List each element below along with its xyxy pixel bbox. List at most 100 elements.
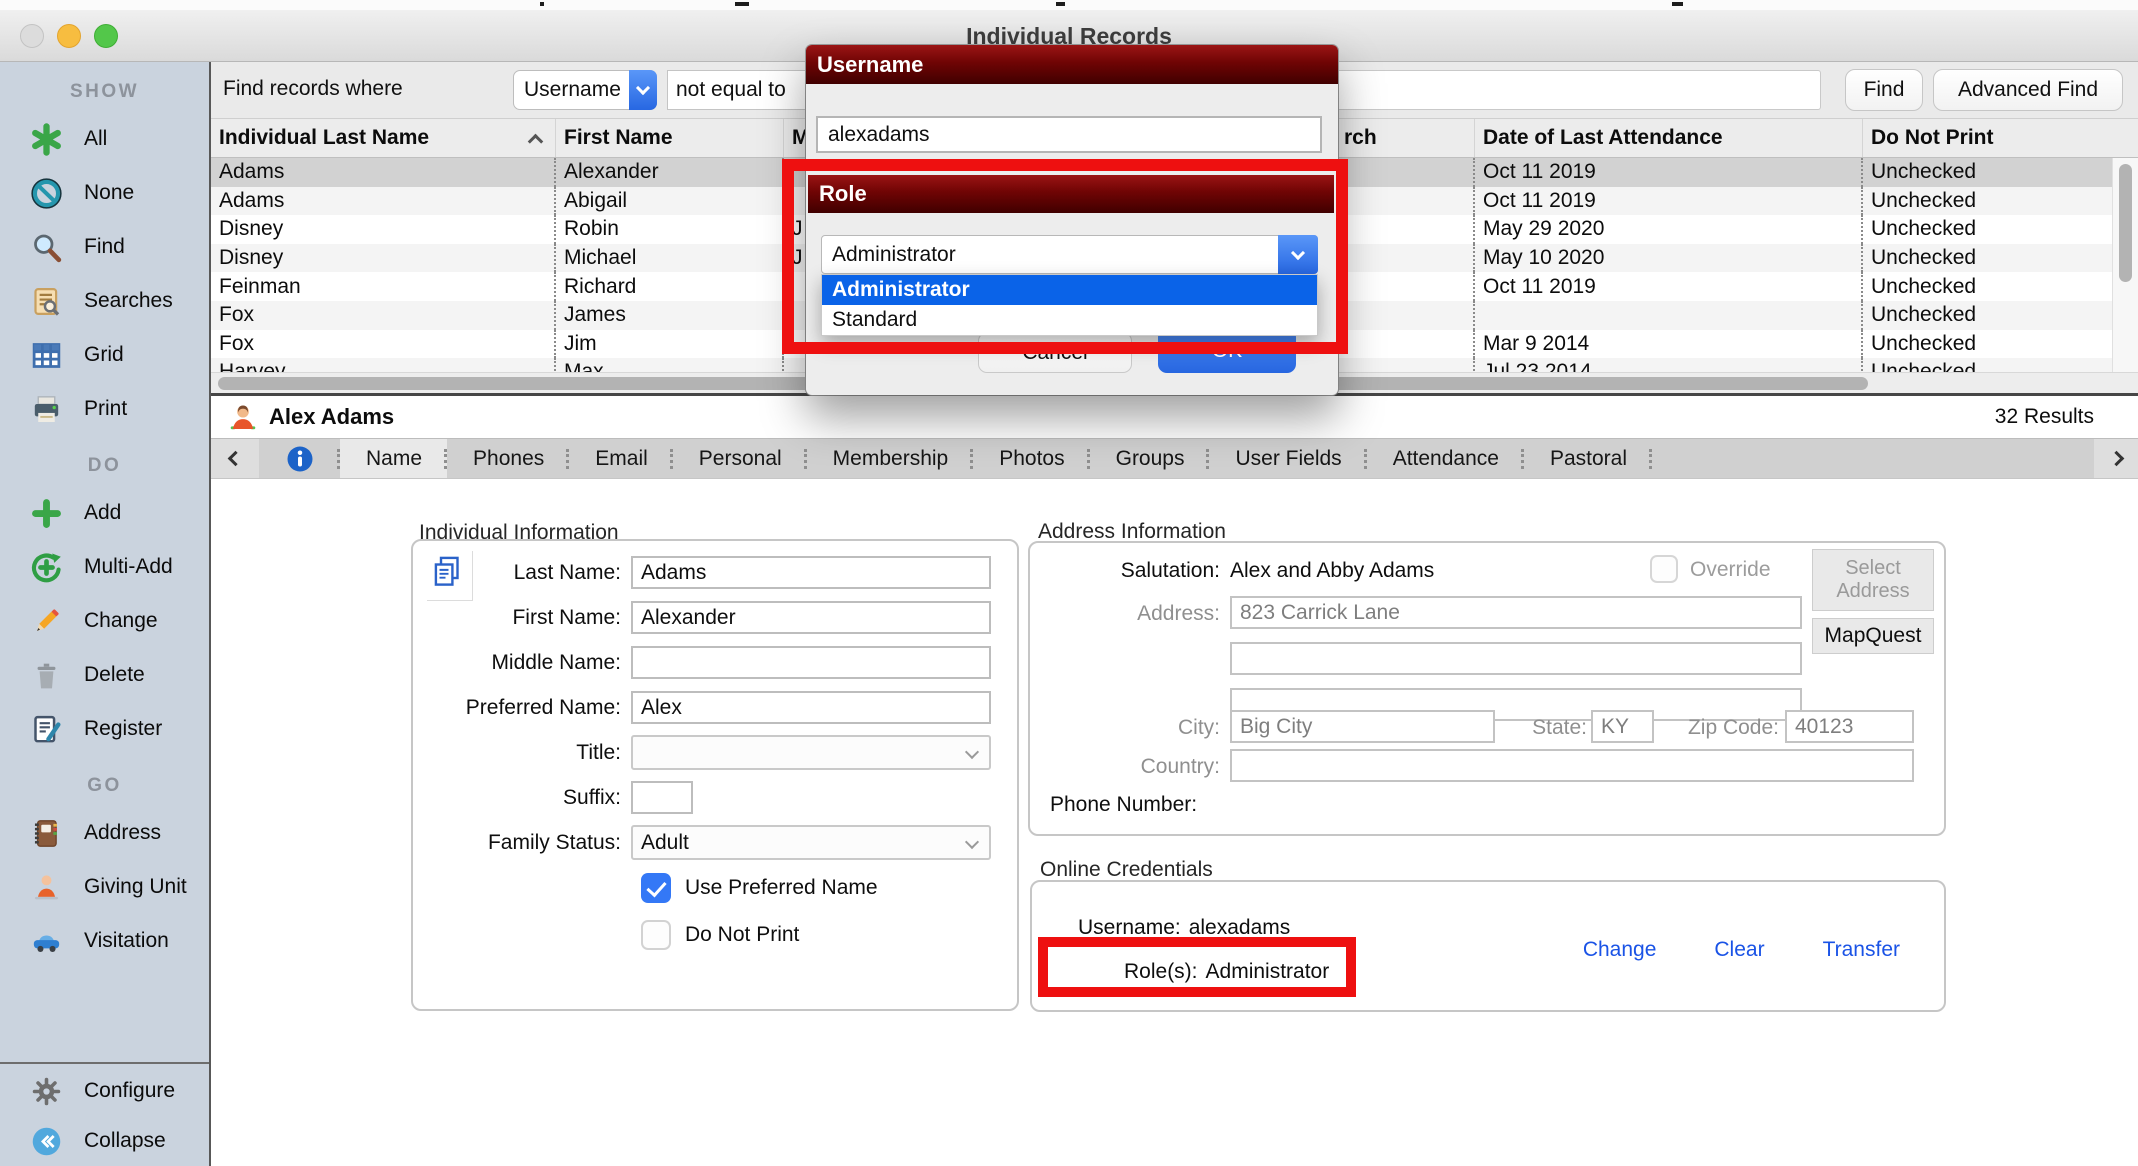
sidebar-item-configure[interactable]: Configure (0, 1066, 209, 1116)
family-status-label: Family Status: (413, 831, 631, 855)
sidebar-item-collapse[interactable]: Collapse (0, 1116, 209, 1166)
sidebar-item-searches[interactable]: Searches (0, 274, 209, 328)
column-header-do-not-print[interactable]: Do Not Print (1863, 119, 2108, 157)
column-header-first-name[interactable]: First Name (556, 119, 784, 157)
middle-name-label: Middle Name: (413, 651, 631, 675)
sidebar-item-register[interactable]: Register (0, 702, 209, 756)
override-checkbox[interactable] (1650, 555, 1678, 583)
last-name-cell: Feinman (211, 272, 556, 301)
first-name-label: First Name: (413, 606, 631, 630)
country-field[interactable] (1230, 749, 1914, 782)
online-credentials-title: Online Credentials (1040, 858, 1213, 882)
tab-user-fields[interactable]: User Fields (1209, 439, 1366, 478)
magnifier-icon (28, 229, 64, 265)
clear-link[interactable]: Clear (1714, 938, 1764, 962)
sidebar-item-find[interactable]: Find (0, 220, 209, 274)
last-name-label: Last Name: (413, 561, 631, 585)
sidebar-item-multi-add[interactable]: Multi-Add (0, 540, 209, 594)
date-cell: Oct 11 2019 (1475, 158, 1863, 187)
sidebar: SHOW All None Find Searches (0, 62, 211, 1166)
sidebar-item-address[interactable]: Address (0, 806, 209, 860)
person-avatar (227, 401, 259, 433)
title-dropdown[interactable] (631, 735, 991, 770)
dnp-cell: Unchecked (1863, 330, 2108, 359)
field-selector-dropdown[interactable]: Username (513, 70, 657, 110)
address-line1-field[interactable] (1230, 596, 1802, 629)
use-preferred-name-label: Use Preferred Name (685, 876, 878, 900)
sidebar-item-add[interactable]: Add (0, 486, 209, 540)
first-name-cell: Max (556, 358, 784, 372)
person-icon (28, 869, 64, 905)
prohibition-icon (28, 175, 64, 211)
online-credentials-box: Username: alexadams Role(s): Administrat… (1030, 880, 1946, 1012)
do-not-print-checkbox[interactable] (641, 920, 671, 950)
suffix-field[interactable] (631, 781, 693, 814)
first-name-cell: Robin (556, 215, 784, 244)
sidebar-item-grid[interactable]: Grid (0, 328, 209, 382)
tab-phones[interactable]: Phones (447, 439, 569, 478)
chevron-right-icon (2108, 451, 2124, 467)
dialog-username-input[interactable] (816, 116, 1322, 153)
preferred-name-label: Preferred Name: (413, 696, 631, 720)
sidebar-item-all[interactable]: All (0, 112, 209, 166)
role-dropdown[interactable]: Administrator (821, 235, 1318, 274)
select-address-button[interactable]: Select Address (1812, 549, 1934, 611)
chevron-down-icon (1278, 235, 1318, 274)
sidebar-item-none[interactable]: None (0, 166, 209, 220)
last-name-field[interactable] (631, 556, 991, 589)
tab-personal[interactable]: Personal (673, 439, 807, 478)
last-name-cell: Fox (211, 301, 556, 330)
state-label: State: (1419, 716, 1587, 740)
advanced-find-button[interactable]: Advanced Find (1933, 69, 2123, 111)
date-cell: May 29 2020 (1475, 215, 1863, 244)
first-name-field[interactable] (631, 601, 991, 634)
credential-links: Change Clear Transfer (1583, 938, 1900, 962)
vertical-scrollbar[interactable] (2112, 158, 2138, 372)
grid-icon (28, 337, 64, 373)
tab-membership[interactable]: Membership (807, 439, 974, 478)
sidebar-item-change[interactable]: Change (0, 594, 209, 648)
change-link[interactable]: Change (1583, 938, 1657, 962)
tab-attendance[interactable]: Attendance (1367, 439, 1524, 478)
selected-person-name: Alex Adams (269, 404, 394, 430)
tab-handle[interactable] (1649, 449, 1652, 469)
tabs-scroll-right[interactable] (2094, 439, 2138, 478)
sidebar-section-go: GO (0, 766, 209, 806)
address-book-icon (28, 815, 64, 851)
username-label: Username: (1078, 916, 1181, 940)
column-header-last-name[interactable]: Individual Last Name (211, 119, 556, 157)
sidebar-item-giving-unit[interactable]: Giving Unit (0, 860, 209, 914)
preferred-name-field[interactable] (631, 691, 991, 724)
cancel-button[interactable]: Cancel (978, 332, 1132, 373)
asterisk-icon (28, 121, 64, 157)
vertical-scrollbar-thumb[interactable] (2119, 164, 2132, 282)
sidebar-item-visitation[interactable]: Visitation (0, 914, 209, 968)
middle-name-field[interactable] (631, 646, 991, 679)
address-line2-field[interactable] (1230, 642, 1802, 675)
date-cell: May 10 2020 (1475, 244, 1863, 273)
option-administrator[interactable]: Administrator (822, 275, 1317, 305)
option-standard[interactable]: Standard (822, 305, 1317, 335)
sidebar-item-print[interactable]: Print (0, 382, 209, 436)
find-button[interactable]: Find (1845, 69, 1923, 111)
sidebar-section-show: SHOW (0, 72, 209, 112)
use-preferred-name-checkbox[interactable] (641, 873, 671, 903)
roles-value: Administrator (1206, 960, 1330, 984)
tab-photos[interactable]: Photos (973, 439, 1089, 478)
column-header-date[interactable]: Date of Last Attendance (1475, 119, 1863, 157)
tab-groups[interactable]: Groups (1090, 439, 1210, 478)
credentials-dialog: Username Role Cancel OK Administrator Ad… (806, 45, 1338, 395)
mapquest-button[interactable]: MapQuest (1812, 618, 1934, 654)
middle-name-row: Middle Name: (413, 646, 1017, 679)
tabs-scroll-left[interactable] (211, 439, 259, 478)
family-status-dropdown[interactable]: Adult (631, 825, 991, 860)
transfer-link[interactable]: Transfer (1823, 938, 1900, 962)
tab-email[interactable]: Email (569, 439, 673, 478)
sidebar-item-delete[interactable]: Delete (0, 648, 209, 702)
tab-name[interactable]: Name (340, 439, 447, 478)
pencil-icon (28, 603, 64, 639)
detail-pane: Individual Information Last Name: First … (211, 479, 2138, 1166)
zip-code-field[interactable] (1785, 710, 1914, 743)
tab-pastoral[interactable]: Pastoral (1524, 439, 1652, 478)
tab-info[interactable] (259, 439, 340, 478)
